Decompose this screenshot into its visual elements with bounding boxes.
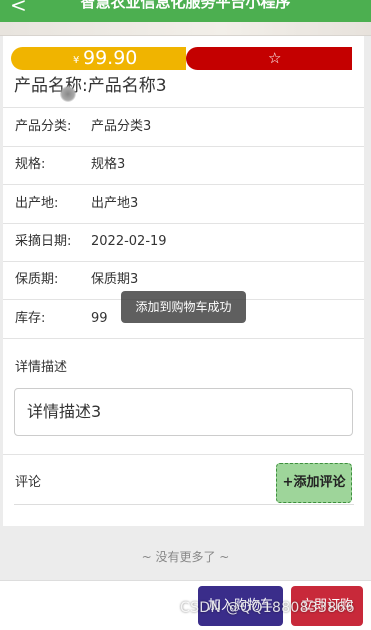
divider: [3, 223, 364, 224]
toast-message: 添加到购物车成功: [121, 291, 246, 323]
currency-symbol: ¥: [73, 55, 80, 66]
info-label: 出产地:: [15, 196, 59, 211]
product-name-label: 产品名称:: [14, 76, 88, 96]
price-section: ¥ 99.90: [11, 47, 186, 70]
star-icon[interactable]: ☆: [268, 47, 281, 69]
list-end-text: ~ 没有更多了 ~: [141, 550, 230, 564]
info-value: 保质期3: [91, 272, 139, 287]
divider: [3, 454, 364, 455]
top-bar: < 智慧农业信息化服务平台小程序: [0, 0, 371, 22]
info-value: 99: [91, 311, 108, 326]
info-value: 规格3: [91, 157, 126, 172]
description-title: 详情描述: [15, 360, 68, 375]
info-value: 出产地3: [91, 196, 139, 211]
description-box: 详情描述3: [14, 388, 353, 436]
divider: [3, 107, 364, 108]
comments-divider: [14, 504, 354, 505]
info-label: 规格:: [15, 157, 46, 172]
divider: [3, 261, 364, 262]
add-comment-button[interactable]: +添加评论: [276, 463, 352, 503]
price-value: 99.90: [83, 47, 138, 69]
page-title: 智慧农业信息化服务平台小程序: [80, 0, 291, 11]
info-label: 采摘日期:: [15, 234, 72, 249]
divider: [3, 146, 364, 147]
info-label: 库存:: [15, 311, 46, 326]
product-name-value: 产品名称3: [87, 76, 167, 96]
info-label: 保质期:: [15, 272, 59, 287]
product-image: [0, 22, 371, 36]
comments-label: 评论: [15, 475, 42, 490]
phone-screen: < 智慧农业信息化服务平台小程序 ¥ 99.90 ☆ 产品名称:产品名称3 产品…: [0, 0, 371, 630]
favorite-section[interactable]: ☆: [186, 47, 352, 70]
price-bar: ¥ 99.90 ☆: [11, 47, 352, 70]
product-name-row: 产品名称:产品名称3: [14, 72, 167, 102]
divider: [3, 184, 364, 185]
info-label: 产品分类:: [15, 119, 72, 134]
info-value: 产品分类3: [91, 119, 152, 134]
watermark: CSDN @QQ1880833866: [180, 600, 355, 616]
divider: [3, 338, 364, 339]
info-value: 2022-02-19: [91, 234, 167, 249]
touch-cursor: [60, 86, 76, 102]
